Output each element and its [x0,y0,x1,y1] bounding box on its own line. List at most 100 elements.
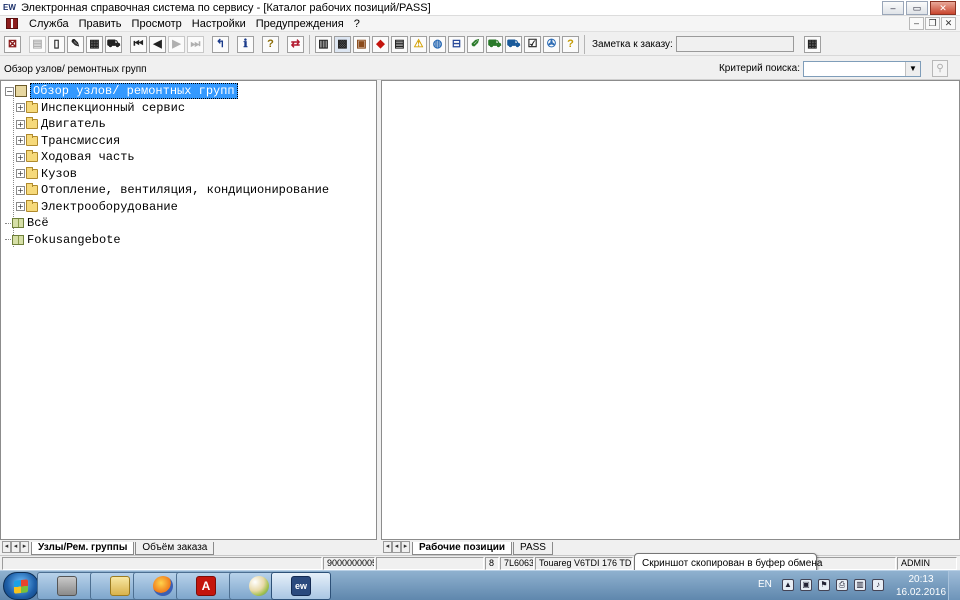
tab-next-icon[interactable]: ▸ [401,541,410,553]
first-page-icon[interactable]: ⏮ [130,35,147,53]
car-green-icon[interactable]: ⛟ [486,35,503,53]
tree-sibling[interactable]: Всё [5,215,329,232]
search-go-icon[interactable]: ⚲ [932,60,948,77]
mdi-close-button[interactable]: ✕ [941,17,956,30]
tree-item-label[interactable]: Электрооборудование [41,200,178,214]
tree-item-label[interactable]: Отопление, вентиляция, кондиционирование [41,183,329,197]
mdi-minimize-button[interactable]: – [909,17,924,30]
menu-settings[interactable]: Настройки [187,18,251,30]
tree-sibling[interactable]: Fokusangebote [5,232,329,249]
menu-warnings[interactable]: Предупреждения [251,18,349,30]
wrench-car-icon[interactable]: ✐ [467,35,484,53]
work-positions-icon[interactable]: ▩ [334,35,351,53]
menu-view[interactable]: Просмотр [127,18,187,30]
tree-item-label[interactable]: Кузов [41,167,77,181]
minimize-button[interactable]: – [882,1,904,15]
language-indicator[interactable]: EN [758,579,772,590]
swap-icon[interactable]: ⇄ [287,35,304,53]
tree-item-label[interactable]: Двигатель [41,117,106,131]
info-icon[interactable]: ℹ [237,35,254,53]
expand-icon[interactable]: + [16,185,25,195]
left-tabstrip: ◂ ◂ ▸ Узлы/Рем. группы Объём заказа [0,540,377,555]
tree-item-label[interactable]: Инспекционный сервис [41,101,185,115]
expand-icon[interactable]: + [16,119,25,129]
tree-item-label[interactable]: Трансмиссия [41,134,120,148]
tab-prev-icon[interactable]: ◂ [392,541,401,553]
order-note-field[interactable] [675,36,794,52]
book-icon[interactable]: ◆ [372,35,389,53]
car-icon[interactable]: ⛟ [105,35,122,53]
expand-icon[interactable]: + [16,136,25,146]
order-note-label: Заметка к заказу: [592,38,673,50]
tree-item[interactable]: + Кузов [5,166,329,183]
network-icon[interactable]: ▥ [854,579,866,591]
menu-edit[interactable]: Править [74,18,127,30]
tree-sibling-label[interactable]: Всё [27,216,49,230]
taskbar-device-app[interactable] [37,572,97,600]
print-icon[interactable]: ▤ [29,35,46,53]
tab-first-icon[interactable]: ◂ [2,541,11,553]
new-document-icon[interactable]: ▯ [48,35,65,53]
menu-service[interactable]: Служба [24,18,74,30]
status-empty-2 [376,557,484,570]
flag-icon[interactable]: ⚑ [818,579,830,591]
expand-icon[interactable]: + [16,152,25,162]
screenshot-tool-icon[interactable]: ▣ [800,579,812,591]
volume-icon[interactable]: ♪ [872,579,884,591]
last-page-icon[interactable]: ⏭ [187,35,204,53]
close-button[interactable]: ✕ [930,1,956,15]
search-dropdown[interactable]: ▼ [803,60,921,77]
show-desktop-button[interactable] [948,571,960,600]
tab-order-volume[interactable]: Объём заказа [135,542,215,555]
tab-pass[interactable]: PASS [513,542,553,555]
tree-item[interactable]: + Ходовая часть [5,149,329,166]
checklist-icon[interactable]: ☑ [524,35,541,53]
tree-item[interactable]: + Инспекционный сервис [5,100,329,117]
car-list-icon[interactable]: ⛟ [505,35,522,53]
expand-icon[interactable]: + [16,103,25,113]
document-window-icon[interactable] [6,18,18,29]
repair-manual-icon[interactable]: ▣ [353,35,370,53]
edit-document-icon[interactable]: ✎ [67,35,84,53]
tree-item[interactable]: + Отопление, вентиляция, кондиционирован… [5,182,329,199]
chevron-down-icon[interactable]: ▼ [905,61,920,76]
tree-root-label[interactable]: Обзор узлов/ ремонтных групп [30,83,238,100]
parts-catalog-icon[interactable]: ▥ [315,35,332,53]
globe-icon[interactable]: ◍ [429,35,446,53]
document-icon[interactable]: ▦ [86,35,103,53]
document-list-icon[interactable]: ▤ [391,35,408,53]
clock[interactable]: 20:13 16.02.2016 [894,573,948,599]
maximize-button[interactable]: ▭ [906,1,928,15]
tree-root[interactable]: − Обзор узлов/ ремонтных групп [5,83,329,100]
order-note-button[interactable]: ▦ [803,35,821,53]
collapse-icon[interactable]: − [5,86,14,96]
question-doc-icon[interactable]: ? [562,35,579,53]
tools-icon[interactable]: ✇ [543,35,560,53]
tab-work-positions[interactable]: Рабочие позиции [412,542,513,555]
tab-next-icon[interactable]: ▸ [20,541,29,553]
tab-assembly-groups[interactable]: Узлы/Рем. группы [31,542,135,555]
previous-page-icon[interactable]: ◀ [149,35,166,53]
printer-icon[interactable]: ⎙ [836,579,848,591]
warning-icon[interactable]: ⚠ [410,35,427,53]
trash-icon[interactable]: ⊟ [448,35,465,53]
exit-icon[interactable]: ⊠ [4,35,21,53]
taskbar-acrobat[interactable]: A [176,572,236,600]
menu-help[interactable]: ? [349,18,365,30]
tree-sibling-label[interactable]: Fokusangebote [27,233,121,247]
tree-item-label[interactable]: Ходовая часть [41,150,135,164]
tab-first-icon[interactable]: ◂ [383,541,392,553]
start-button[interactable] [3,572,39,600]
show-hidden-icons-icon[interactable]: ▲ [782,579,794,591]
tree-item[interactable]: + Электрооборудование [5,199,329,216]
tree-item[interactable]: + Двигатель [5,116,329,133]
expand-icon[interactable]: + [16,202,25,212]
tree-item[interactable]: + Трансмиссия [5,133,329,150]
back-to-top-icon[interactable]: ↰ [212,35,229,53]
next-page-icon[interactable]: ▶ [168,35,185,53]
taskbar-elsawin[interactable]: ew [271,572,331,600]
help-icon[interactable]: ? [262,35,279,53]
tab-prev-icon[interactable]: ◂ [11,541,20,553]
expand-icon[interactable]: + [16,169,25,179]
mdi-restore-button[interactable]: ❐ [925,17,940,30]
